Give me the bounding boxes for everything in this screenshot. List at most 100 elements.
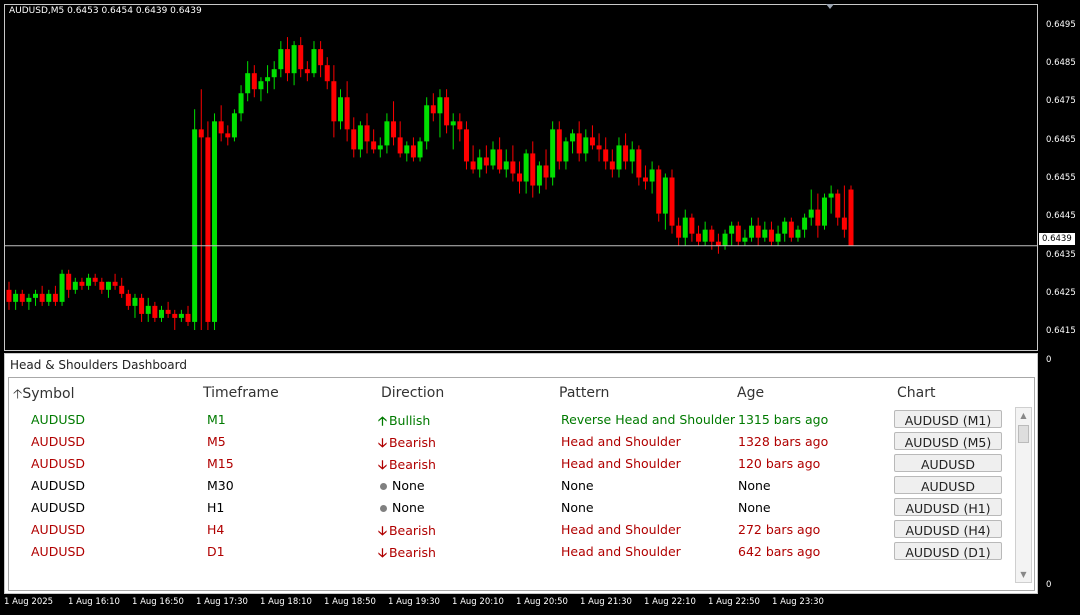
candle-body	[636, 149, 642, 178]
candle	[530, 141, 536, 198]
subwindow-max-label: 0	[1046, 355, 1052, 365]
candle	[318, 41, 324, 78]
candle-body	[192, 129, 198, 322]
dashboard-table: 🡡Symbol Timeframe Direction Pattern Age …	[8, 377, 1035, 591]
candle	[145, 297, 151, 322]
candle	[357, 121, 363, 158]
header-symbol[interactable]: 🡡Symbol	[13, 385, 75, 407]
candle	[609, 149, 615, 178]
header-timeframe[interactable]: Timeframe	[203, 385, 279, 401]
candle-body	[265, 77, 271, 82]
current-price-label: 0.6439	[1039, 233, 1075, 245]
candle-body	[52, 293, 58, 302]
candle	[430, 93, 436, 122]
candle-body	[835, 193, 841, 218]
candle-body	[132, 297, 138, 306]
candle	[6, 281, 12, 310]
scroll-down-icon[interactable]: ▼	[1016, 567, 1031, 582]
candle-body	[490, 149, 496, 166]
candle-body	[198, 129, 204, 138]
candle	[212, 113, 218, 330]
header-pattern[interactable]: Pattern	[559, 385, 609, 401]
vertical-scrollbar[interactable]: ▲ ▼	[1015, 407, 1032, 583]
candle-body	[391, 121, 397, 138]
candle	[192, 109, 198, 330]
price-tick-label: 0.6465	[1046, 135, 1076, 145]
candle-body	[550, 129, 556, 178]
candle	[86, 273, 92, 290]
shift-marker-icon	[826, 4, 834, 9]
candle-body	[596, 145, 602, 150]
candle-body	[788, 221, 794, 238]
open-chart-button[interactable]: AUDUSD (H1)	[894, 498, 1002, 516]
candle-body	[225, 133, 231, 138]
candle-body	[79, 281, 85, 286]
arrow-down-icon: 🡣	[378, 523, 387, 538]
candle-body	[841, 217, 847, 230]
cell-direction: None	[378, 500, 425, 515]
header-chart[interactable]: Chart	[897, 385, 935, 401]
candle	[410, 137, 416, 162]
candle-body	[556, 129, 562, 162]
cell-pattern: Head and Shoulder	[561, 456, 681, 471]
candle	[510, 145, 516, 182]
open-chart-button[interactable]: AUDUSD (M1)	[894, 410, 1002, 428]
candle	[457, 113, 463, 142]
candle-body	[457, 121, 463, 130]
candle-body	[424, 105, 430, 142]
dashboard-panel: Head & Shoulders Dashboard 🡡Symbol Timef…	[4, 353, 1038, 594]
time-tick-label: 1 Aug 18:50	[324, 597, 376, 607]
candle	[669, 169, 675, 234]
candle-body	[212, 121, 218, 322]
candle-body	[662, 177, 668, 214]
candle-body	[371, 141, 377, 150]
cell-timeframe: D1	[207, 544, 225, 559]
candle	[92, 273, 98, 286]
open-chart-button[interactable]: AUDUSD (H4)	[894, 520, 1002, 538]
candle	[225, 125, 231, 146]
candle-body	[755, 225, 761, 238]
candle-body	[696, 233, 702, 242]
candle-body	[437, 97, 443, 114]
candle	[26, 293, 32, 310]
time-tick-label: 1 Aug 17:30	[196, 597, 248, 607]
candle-body	[768, 229, 774, 242]
candle-body	[318, 49, 324, 66]
open-chart-button[interactable]: AUDUSD (M15)	[894, 454, 1002, 490]
scroll-up-icon[interactable]: ▲	[1016, 408, 1031, 423]
candle-body	[583, 137, 589, 154]
candle	[463, 121, 469, 170]
candle-body	[158, 309, 164, 318]
candle	[132, 293, 138, 318]
candle-body	[278, 49, 284, 70]
candle-body	[735, 225, 741, 242]
candle	[238, 85, 244, 122]
cell-symbol: AUDUSD	[31, 500, 86, 515]
scroll-thumb[interactable]	[1018, 425, 1029, 443]
candle-body	[238, 93, 244, 114]
symbol-ohlc-info: AUDUSD,M5 0.6453 0.6454 0.6439 0.6439	[9, 6, 202, 16]
cell-timeframe: M1	[207, 412, 226, 427]
candle	[344, 81, 350, 142]
candle	[702, 221, 708, 246]
arrow-up-icon: 🡡	[378, 413, 387, 428]
open-chart-button[interactable]: AUDUSD (D1)	[894, 542, 1002, 560]
candle	[828, 185, 834, 214]
header-direction[interactable]: Direction	[381, 385, 444, 401]
candle-body	[821, 197, 827, 226]
candle-body	[795, 229, 801, 238]
cell-age: 1328 bars ago	[738, 434, 829, 449]
header-age[interactable]: Age	[737, 385, 764, 401]
candle	[112, 273, 118, 290]
candle	[550, 121, 556, 186]
candle-body	[338, 97, 343, 122]
candle	[589, 125, 595, 150]
candle	[715, 233, 721, 254]
open-chart-button[interactable]: AUDUSD (M30)	[894, 476, 1002, 512]
cell-symbol: AUDUSD	[31, 412, 86, 427]
candle	[46, 289, 52, 306]
candle-body	[397, 137, 403, 154]
candle-body	[311, 49, 317, 74]
candle-body	[231, 113, 237, 138]
open-chart-button[interactable]: AUDUSD (M5)	[894, 432, 1002, 450]
